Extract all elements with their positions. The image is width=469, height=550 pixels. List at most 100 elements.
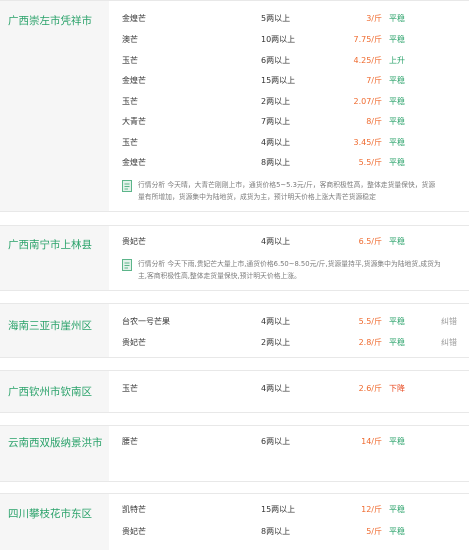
spec: 8两以上: [261, 527, 291, 536]
price-row: 玉芒 4两以上 2.6/斤 下降: [109, 379, 469, 399]
region-cell: 海南三亚市崖州区: [0, 304, 109, 357]
region-cell: 云南西双版纳景洪市: [0, 426, 109, 481]
price-list: 贵妃芒 4两以上 6.5/斤 平稳 行情分析 今天下雨,贵妃芒大量上市,通货价格…: [109, 226, 469, 290]
price-list: 台农一号芒果 4两以上 5.5/斤 平稳 纠错 贵妃芒 2两以上 2.8/斤 平…: [109, 304, 469, 357]
analysis-line: 行情分析 今天下雨,贵妃芒大量上市,通货价格6.50~8.50元/斤,货源量持平…: [138, 260, 441, 268]
trend: 平稳: [389, 237, 405, 246]
variety: 贵妃芒: [122, 237, 146, 246]
region-name[interactable]: 广西钦州市钦南区: [8, 385, 105, 400]
variety: 贵妃芒: [122, 527, 146, 536]
price: 5/斤: [366, 527, 382, 536]
market-section: 广西南宁市上林县 贵妃芒 4两以上 6.5/斤 平稳 行情分析 今天下雨,贵妃芒…: [0, 225, 469, 291]
region-cell: 广西南宁市上林县: [0, 226, 109, 290]
spec: 7两以上: [261, 117, 291, 126]
trend: 平稳: [389, 117, 405, 126]
trend: 平稳: [389, 338, 405, 347]
variety: 玉芒: [122, 97, 138, 106]
market-analysis: 行情分析 今天晴，大青芒刚刚上市，通货价格5~5.3元/斤，客商积极性高，整体走…: [122, 179, 452, 203]
report-error-link[interactable]: 纠错: [441, 312, 457, 332]
analysis-line: 量有所增加，货源集中为陆地货，成货为主，预计明天价格上涨大青芒货源稳定: [138, 193, 376, 201]
variety: 玉芒: [122, 384, 138, 393]
price-row: 贵妃芒 8两以上 5/斤 平稳: [109, 522, 469, 542]
price: 3/斤: [366, 14, 382, 23]
region-name[interactable]: 云南西双版纳景洪市: [8, 436, 105, 451]
price-row: 玉芒 6两以上 4.25/斤 上升: [109, 51, 469, 71]
price: 7.75/斤: [353, 35, 382, 44]
spec: 4两以上: [261, 384, 291, 393]
trend: 平稳: [389, 527, 405, 536]
price: 12/斤: [361, 505, 382, 514]
variety: 金煌芒: [122, 158, 146, 167]
variety: 玉芒: [122, 138, 138, 147]
market-section: 广西钦州市钦南区 玉芒 4两以上 2.6/斤 下降: [0, 370, 469, 413]
note-icon: [122, 259, 132, 271]
price: 2.07/斤: [353, 97, 382, 106]
price-row: 腰芒 6两以上 14/斤 平稳: [109, 432, 469, 452]
variety: 凯特芒: [122, 505, 146, 514]
price: 6.5/斤: [358, 237, 382, 246]
report-error-link[interactable]: 纠错: [441, 333, 457, 353]
market-section: 广西崇左市凭祥市 金煌芒 5两以上 3/斤 平稳 澳芒 10两以上 7.75/斤…: [0, 0, 469, 212]
trend: 平稳: [389, 138, 405, 147]
price-row: 金煌芒 5两以上 3/斤 平稳: [109, 9, 469, 29]
spec: 5两以上: [261, 14, 291, 23]
note-icon: [122, 180, 132, 192]
trend: 平稳: [389, 14, 405, 23]
price: 3.45/斤: [353, 138, 382, 147]
variety: 金煌芒: [122, 76, 146, 85]
price-row: 玉芒 2两以上 2.07/斤 平稳: [109, 92, 469, 112]
price-list: 金煌芒 5两以上 3/斤 平稳 澳芒 10两以上 7.75/斤 平稳 玉芒 6两…: [109, 1, 469, 211]
region-cell: 广西钦州市钦南区: [0, 371, 109, 412]
price-row: 大青芒 7两以上 8/斤 平稳: [109, 112, 469, 132]
region-name[interactable]: 广西南宁市上林县: [8, 238, 105, 253]
spec: 6两以上: [261, 56, 291, 65]
variety: 贵妃芒: [122, 338, 146, 347]
price: 5.5/斤: [358, 158, 382, 167]
price-list: 腰芒 6两以上 14/斤 平稳: [109, 426, 469, 481]
trend: 上升: [389, 56, 405, 65]
price-row: 金煌芒 8两以上 5.5/斤 平稳: [109, 153, 469, 173]
trend: 平稳: [389, 76, 405, 85]
spec: 15两以上: [261, 505, 296, 514]
market-analysis: 行情分析 今天下雨,贵妃芒大量上市,通货价格6.50~8.50元/斤,货源量持平…: [122, 258, 452, 282]
variety: 腰芒: [122, 437, 138, 446]
variety: 大青芒: [122, 117, 146, 126]
region-name[interactable]: 四川攀枝花市东区: [8, 507, 105, 522]
analysis-line: 主,客商积极性高,整体走货量保快,预计明天价格上涨。: [138, 272, 301, 280]
trend: 平稳: [389, 97, 405, 106]
price: 4.25/斤: [353, 56, 382, 65]
region-name[interactable]: 海南三亚市崖州区: [8, 319, 105, 334]
price: 5.5/斤: [358, 317, 382, 326]
price-list: 凯特芒 15两以上 12/斤 平稳 贵妃芒 8两以上 5/斤 平稳: [109, 494, 469, 550]
market-section: 云南西双版纳景洪市 腰芒 6两以上 14/斤 平稳: [0, 425, 469, 482]
trend: 平稳: [389, 437, 405, 446]
spec: 2两以上: [261, 338, 291, 347]
price: 7/斤: [366, 76, 382, 85]
region-cell: 四川攀枝花市东区: [0, 494, 109, 550]
analysis-line: 行情分析 今天晴，大青芒刚刚上市，通货价格5~5.3元/斤，客商积极性高，整体走…: [138, 181, 436, 189]
price-row: 玉芒 4两以上 3.45/斤 平稳: [109, 133, 469, 153]
price: 2.6/斤: [358, 384, 382, 393]
spec: 4两以上: [261, 138, 291, 147]
region-name[interactable]: 广西崇左市凭祥市: [8, 14, 105, 29]
price-row: 凯特芒 15两以上 12/斤 平稳: [109, 500, 469, 520]
spec: 15两以上: [261, 76, 296, 85]
price: 2.8/斤: [358, 338, 382, 347]
spec: 8两以上: [261, 158, 291, 167]
market-section: 四川攀枝花市东区 凯特芒 15两以上 12/斤 平稳 贵妃芒 8两以上 5/斤 …: [0, 493, 469, 550]
spec: 10两以上: [261, 35, 296, 44]
trend: 平稳: [389, 35, 405, 44]
market-section: 海南三亚市崖州区 台农一号芒果 4两以上 5.5/斤 平稳 纠错 贵妃芒 2两以…: [0, 303, 469, 358]
trend: 平稳: [389, 317, 405, 326]
variety: 玉芒: [122, 56, 138, 65]
variety: 澳芒: [122, 35, 138, 44]
trend: 平稳: [389, 158, 405, 167]
price: 8/斤: [366, 117, 382, 126]
spec: 4两以上: [261, 237, 291, 246]
price-row: 贵妃芒 4两以上 6.5/斤 平稳: [109, 232, 469, 252]
price-list: 玉芒 4两以上 2.6/斤 下降: [109, 371, 469, 412]
price-row: 台农一号芒果 4两以上 5.5/斤 平稳 纠错: [109, 312, 469, 332]
price: 14/斤: [361, 437, 382, 446]
region-cell: 广西崇左市凭祥市: [0, 1, 109, 211]
trend: 下降: [389, 384, 405, 393]
